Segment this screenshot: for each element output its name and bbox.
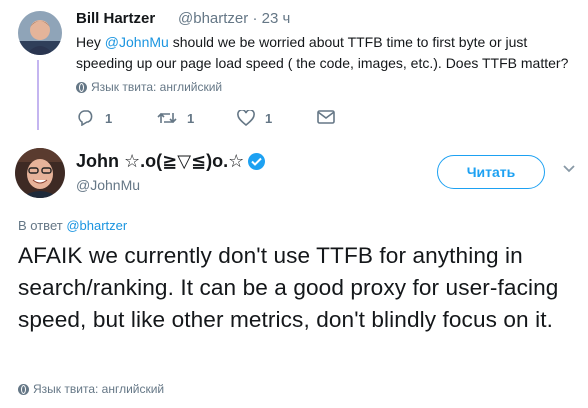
- replying-to-line: В ответ @bhartzer: [18, 218, 127, 233]
- mention-link[interactable]: @JohnMu: [105, 34, 169, 50]
- main-author-name-row[interactable]: John ☆.o(≧▽≦)o.☆: [76, 151, 266, 172]
- follow-button[interactable]: Читать: [437, 155, 545, 189]
- avatar-johnmu[interactable]: [15, 148, 65, 198]
- main-language-note: Язык твита: английский: [18, 382, 164, 396]
- more-options-button[interactable]: [562, 161, 576, 179]
- replying-to-handle[interactable]: @bhartzer: [66, 218, 127, 233]
- globe-icon: [18, 383, 29, 395]
- dm-icon: [317, 110, 335, 124]
- chevron-down-icon: [562, 161, 576, 178]
- like-count: 1: [265, 110, 273, 126]
- main-author-name[interactable]: John ☆.o(≧▽≦)o.☆: [76, 151, 244, 172]
- reply-text-prefix: Hey: [76, 34, 105, 50]
- replying-to-label: В ответ: [18, 218, 67, 233]
- reply-author-handle[interactable]: @bhartzer: [178, 10, 248, 27]
- main-language-text: Язык твита: английский: [33, 382, 165, 396]
- reply-author-meta[interactable]: @bhartzer · 23 ч: [178, 10, 290, 27]
- retweet-button[interactable]: 1: [157, 110, 194, 126]
- globe-icon: [76, 81, 87, 93]
- reply-language-note: Язык твита: английский: [76, 80, 222, 94]
- reply-author-name[interactable]: Bill Hartzer: [76, 10, 155, 27]
- reply-icon: [77, 110, 95, 126]
- like-button[interactable]: 1: [237, 110, 272, 126]
- direct-message-button[interactable]: [317, 110, 335, 124]
- like-icon: [237, 110, 255, 126]
- reply-count: 1: [105, 110, 113, 126]
- thread-connector-line: [37, 60, 39, 130]
- retweet-icon: [157, 110, 177, 126]
- reply-button[interactable]: 1: [77, 110, 112, 126]
- reply-language-text: Язык твита: английский: [91, 80, 223, 94]
- reply-timestamp[interactable]: · 23 ч: [252, 10, 290, 27]
- main-author-handle[interactable]: @JohnMu: [76, 177, 140, 193]
- main-tweet-text: AFAIK we currently don't use TTFB for an…: [18, 243, 559, 332]
- avatar-bill-hartzer[interactable]: [18, 11, 62, 55]
- reply-tweet-text: Hey @JohnMu should we be worried about T…: [76, 32, 576, 74]
- retweet-count: 1: [187, 110, 195, 126]
- verified-icon: [248, 153, 266, 170]
